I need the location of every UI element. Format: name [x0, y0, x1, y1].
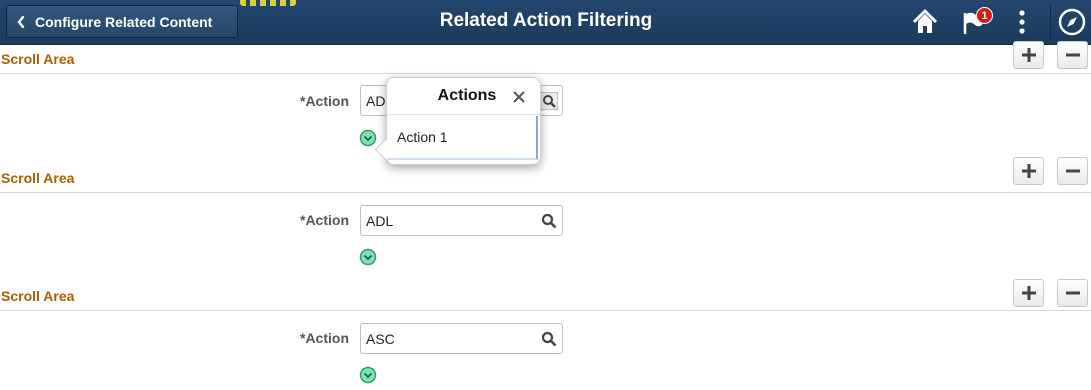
- page-title: Related Action Filtering: [439, 10, 653, 31]
- back-button-label: Configure Related Content: [35, 13, 213, 30]
- minus-icon: [1065, 53, 1080, 57]
- action-field-label: *Action: [300, 93, 349, 109]
- expand-chevron-down-icon[interactable]: [359, 366, 377, 384]
- add-row-button[interactable]: [1013, 157, 1044, 185]
- popup-menu-item[interactable]: Action 1: [388, 116, 538, 160]
- delete-row-button[interactable]: [1057, 279, 1088, 307]
- search-icon[interactable]: [540, 330, 558, 348]
- logo-fragment: [240, 0, 296, 6]
- minus-icon: [1065, 169, 1080, 173]
- minus-icon: [1065, 291, 1080, 295]
- scroll-area-header: Scroll Area: [0, 282, 1091, 311]
- search-icon[interactable]: [540, 212, 558, 230]
- actions-popup: Actions Action 1: [374, 77, 541, 165]
- scroll-area-2: Scroll Area *Action: [0, 157, 1091, 282]
- vertical-ellipsis-icon[interactable]: [1007, 8, 1037, 36]
- app-banner: Configure Related Content Related Action…: [0, 0, 1091, 45]
- scroll-area-1: Scroll Area *Action: [0, 41, 1091, 165]
- scroll-area-title: Scroll Area: [1, 51, 75, 67]
- notifications-flag-icon[interactable]: 1: [960, 7, 993, 36]
- scroll-area-header: Scroll Area: [0, 164, 1091, 193]
- action-input[interactable]: [360, 323, 563, 354]
- add-row-button[interactable]: [1013, 279, 1044, 307]
- action-input[interactable]: [360, 205, 563, 236]
- chevron-left-icon: [17, 15, 25, 28]
- expand-chevron-down-icon[interactable]: [359, 129, 377, 147]
- navbar-compass-icon[interactable]: [1050, 5, 1091, 39]
- plus-icon: [1021, 286, 1036, 300]
- back-button[interactable]: Configure Related Content: [6, 5, 238, 38]
- close-icon[interactable]: [512, 90, 526, 104]
- delete-row-button[interactable]: [1057, 157, 1088, 185]
- delete-row-button[interactable]: [1057, 41, 1088, 69]
- scroll-area-header: Scroll Area: [0, 45, 1091, 74]
- plus-icon: [1021, 164, 1036, 178]
- action-field-label: *Action: [300, 330, 349, 346]
- popup-divider: [387, 114, 540, 115]
- action-field-label: *Action: [300, 212, 349, 228]
- home-icon[interactable]: [910, 8, 940, 36]
- expand-chevron-down-icon[interactable]: [359, 248, 377, 266]
- notification-badge: 1: [976, 7, 993, 24]
- scroll-area-3: Scroll Area *Action: [0, 279, 1091, 390]
- scroll-area-title: Scroll Area: [1, 170, 75, 186]
- add-row-button[interactable]: [1013, 41, 1044, 69]
- plus-icon: [1021, 48, 1036, 62]
- scroll-area-title: Scroll Area: [1, 288, 75, 304]
